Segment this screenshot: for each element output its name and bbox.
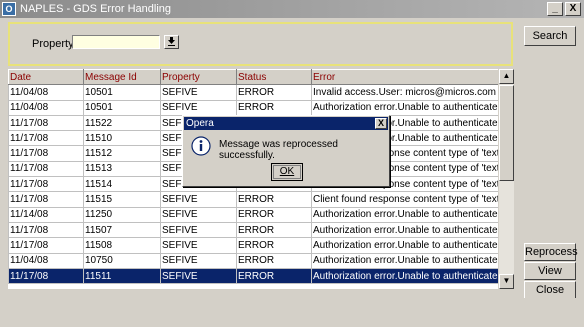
table-scrollbar[interactable]: ▲ ▼ [499,69,514,289]
table-cell: 11/04/08 [8,252,84,269]
column-header[interactable]: Status [236,69,312,86]
table-cell: 11/04/08 [8,84,84,101]
table-cell: ERROR [236,99,312,116]
table-cell: 11515 [83,191,161,208]
table-row[interactable]: 11/04/08 10750 SEFIVE ERROR Authorization er… [8,252,498,269]
view-button[interactable]: View [524,262,576,280]
table-row[interactable]: 11/04/08 10501 SEFIVE ERROR Invalid access.U… [8,84,498,101]
table-cell: SEFIVE [160,84,237,101]
table-cell: 11514 [83,176,161,193]
scroll-down-button[interactable]: ▼ [499,274,514,289]
column-header[interactable]: Property [160,69,237,86]
column-header[interactable]: Message Id [83,69,161,86]
table-row[interactable]: 11/17/08 11507 SEFIVE ERROR Authorization er… [8,221,498,239]
table-cell: SEFIVE [160,252,237,269]
table-cell: 11/14/08 [8,206,84,223]
table-row[interactable]: 11/17/08 11511 SEFIVE ERROR Authorization er… [8,267,498,285]
table-cell: 11/17/08 [8,191,84,208]
table-cell: 11512 [83,145,161,162]
table-cell: Authorization error.Unable to authentica… [311,237,498,254]
ok-label: OK [279,166,295,177]
window-close-button[interactable]: X [565,2,581,16]
table-cell: ERROR [236,221,312,239]
dialog-message: Message was reprocessed successfully. [219,139,338,161]
table-cell: SEFIVE [160,206,237,223]
table-cell: ERROR [236,252,312,269]
table-row[interactable]: 11/17/08 11515 SEFIVE ERROR Client found res… [8,191,498,208]
table-cell: 11/17/08 [8,237,84,254]
dialog-title: Opera [184,117,388,130]
table-cell: 11510 [83,130,161,147]
app-icon: O [2,2,16,16]
column-header[interactable]: Date [8,69,84,86]
table-row[interactable]: 11/04/08 10501 SEFIVE ERROR Authorization er… [8,99,498,116]
table-cell: Authorization error.Unable to authentica… [311,206,498,223]
table-cell: 11513 [83,160,161,178]
table-cell: 11511 [83,267,161,285]
table-cell: 10501 [83,99,161,116]
reprocess-button[interactable]: Reprocess [524,243,578,261]
opera-dialog: Opera X Message was reprocessed successf… [182,115,390,187]
table-cell: Invalid access.User: micros@micros.com d… [311,84,498,101]
table-cell: Authorization error.Unable to authentica… [311,267,498,285]
ok-button[interactable]: OK [271,163,303,181]
table-header-row: Date Message Id Property Status Error [8,69,498,86]
table-cell: 11/17/08 [8,145,84,162]
scroll-up-button[interactable]: ▲ [499,69,514,84]
table-cell: 11/17/08 [8,130,84,147]
table-row[interactable]: 11/14/08 11250 SEFIVE ERROR Authorization er… [8,206,498,223]
table-cell: ERROR [236,84,312,101]
table-cell: SEFIVE [160,221,237,239]
table-cell: 11507 [83,221,161,239]
close-button[interactable]: Close [524,281,576,299]
table-cell: 11508 [83,237,161,254]
property-input[interactable] [72,35,160,49]
property-label: Property [32,38,74,50]
search-button[interactable]: Search [524,26,576,46]
column-header[interactable]: Error [311,69,498,86]
table-cell: 11/04/08 [8,99,84,116]
minimize-button[interactable]: _ [547,2,563,16]
table-cell: ERROR [236,237,312,254]
down-arrow-icon [168,37,175,46]
table-cell: SEFIVE [160,267,237,285]
table-cell: 11/17/08 [8,176,84,193]
table-cell: 11/17/08 [8,221,84,239]
table-cell: 11/17/08 [8,114,84,132]
table-cell: 11/17/08 [8,267,84,285]
table-cell: SEFIVE [160,191,237,208]
table-cell: ERROR [236,206,312,223]
table-cell: Authorization error.Unable to authentica… [311,252,498,269]
table-cell: 11522 [83,114,161,132]
table-cell: SEFIVE [160,99,237,116]
dialog-close-button[interactable]: X [375,118,387,129]
table-cell: 10750 [83,252,161,269]
table-cell: 10501 [83,84,161,101]
table-cell: Client found response content type of 't… [311,191,498,208]
table-cell: 11/17/08 [8,160,84,178]
table-row[interactable]: 11/17/08 11508 SEFIVE ERROR Authorization er… [8,237,498,254]
table-cell: 11250 [83,206,161,223]
info-icon [191,136,211,156]
table-cell: ERROR [236,191,312,208]
property-lov-button[interactable] [164,35,179,49]
window-title: NAPLES - GDS Error Handling [20,3,171,15]
status-strip [0,298,584,327]
table-cell: Authorization error.Unable to authentica… [311,99,498,116]
table-cell: SEFIVE [160,237,237,254]
scroll-thumb[interactable] [499,85,514,181]
table-cell: Authorization error.Unable to authentica… [311,221,498,239]
table-cell: ERROR [236,267,312,285]
window-titlebar: O NAPLES - GDS Error Handling _ X [0,0,584,18]
filter-panel: Property [8,22,513,66]
